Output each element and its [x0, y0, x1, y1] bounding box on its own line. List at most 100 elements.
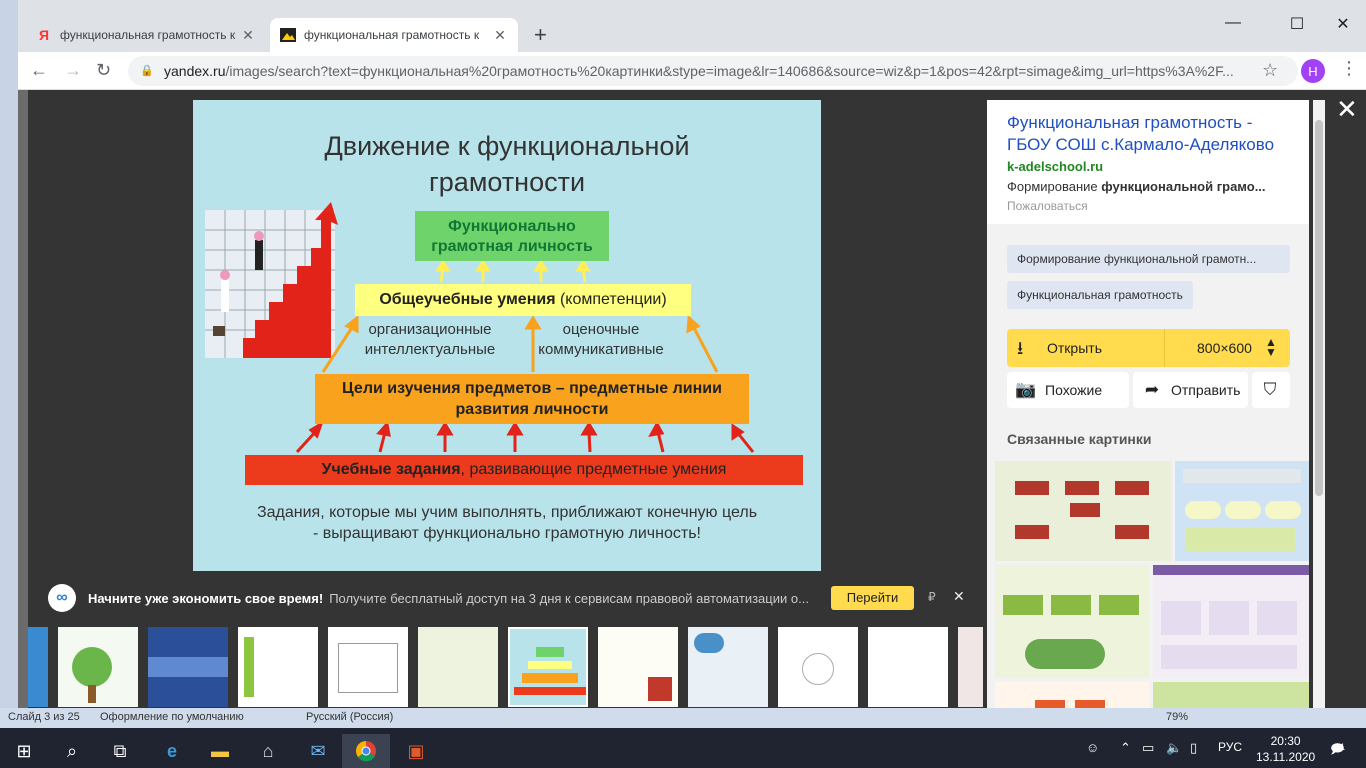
- back-icon[interactable]: ←: [30, 60, 48, 81]
- battery-icon[interactable]: ▯: [1190, 740, 1197, 756]
- minimize-icon[interactable]: —: [1210, 14, 1256, 32]
- film-thumb-6-selected[interactable]: [508, 627, 588, 707]
- open-label: Открыть: [1047, 340, 1102, 356]
- open-separator: [1164, 329, 1165, 367]
- related-thumb-2[interactable]: [1175, 461, 1309, 561]
- close-window-icon[interactable]: ✕: [1320, 14, 1366, 34]
- tag-formation[interactable]: Формирование функциональной грамотн...: [1007, 245, 1290, 273]
- people-icon[interactable]: ☺: [1086, 740, 1099, 755]
- source-title-link[interactable]: Функциональная грамотность - ГБОУ СОШ с.…: [1007, 112, 1289, 156]
- ppt-theme: Оформление по умолчанию: [100, 711, 244, 723]
- keyboard-language[interactable]: РУС: [1218, 740, 1242, 754]
- slide-caption: Задания, которые мы учим выполнять, приб…: [193, 502, 821, 544]
- image-favicon-icon: [280, 27, 296, 43]
- orange-line-1: Цели изучения предметов – предметные лин…: [342, 380, 722, 397]
- film-thumb-8[interactable]: [688, 627, 768, 707]
- complain-link[interactable]: Пожаловаться: [1007, 199, 1289, 213]
- search-icon[interactable]: ⌕: [48, 734, 96, 768]
- tab-image-view[interactable]: функциональная грамотность к ✕: [270, 18, 518, 52]
- bookmark-star-icon[interactable]: ☆: [1262, 60, 1278, 81]
- clock[interactable]: 20:30 13.11.2020: [1256, 733, 1315, 765]
- film-thumb-7[interactable]: [598, 627, 678, 707]
- network-icon[interactable]: ▭: [1142, 740, 1154, 756]
- tray-chevron-icon[interactable]: ⌃: [1120, 740, 1131, 756]
- edge-icon[interactable]: e: [148, 734, 196, 768]
- task-view-icon[interactable]: ⧉: [96, 734, 144, 768]
- skills-left: организационные интеллектуальные: [355, 320, 505, 360]
- ppt-slide-counter: Слайд 3 из 25: [8, 711, 80, 723]
- file-explorer-icon[interactable]: ▬: [196, 734, 244, 768]
- maximize-icon[interactable]: ☐: [1274, 14, 1320, 34]
- store-icon[interactable]: ⌂: [244, 734, 292, 768]
- film-thumb-10[interactable]: [868, 627, 948, 707]
- green-line-1: Функционально: [448, 218, 576, 235]
- orange-box: Цели изучения предметов – предметные лин…: [315, 374, 749, 424]
- tab-title: функциональная грамотность к: [304, 28, 480, 42]
- new-tab-icon[interactable]: +: [534, 22, 547, 48]
- address-bar[interactable]: 🔒 yandex.ru /images/search?text=функцион…: [128, 56, 1298, 86]
- powerpoint-icon[interactable]: ▣: [392, 734, 440, 768]
- tab-yandex-search[interactable]: Я функциональная грамотность к ✕: [26, 18, 266, 52]
- film-thumb-1[interactable]: [58, 627, 138, 707]
- promo-close-icon[interactable]: ✕: [953, 588, 965, 605]
- promo-go-button[interactable]: Перейти: [831, 586, 914, 610]
- yellow-rest: (компетенции): [555, 291, 667, 308]
- clock-time: 20:30: [1270, 734, 1301, 748]
- close-tab-icon[interactable]: ✕: [240, 27, 256, 44]
- forward-icon[interactable]: →: [64, 60, 82, 81]
- background-app-strip: [0, 0, 18, 728]
- slide-title-line-1: Движение к функциональной: [324, 131, 690, 161]
- promo-logo-icon: ∞: [48, 584, 76, 612]
- source-snippet: Формирование функциональной грамо...: [1007, 179, 1289, 194]
- size-select[interactable]: 800×600: [1197, 340, 1252, 356]
- chrome-icon[interactable]: [342, 734, 390, 768]
- red-rest: , развивающие предметные умения: [460, 461, 727, 478]
- ppt-language: Русский (Россия): [306, 711, 394, 723]
- film-thumb-9[interactable]: [778, 627, 858, 707]
- film-thumb-11[interactable]: [958, 627, 983, 707]
- film-thumb-5[interactable]: [418, 627, 498, 707]
- film-thumb-3[interactable]: [238, 627, 318, 707]
- panel-scrollbar[interactable]: [1313, 100, 1325, 716]
- promo-bold: Начните уже экономить свое время!: [88, 590, 324, 606]
- skills-right-line-1: оценочные: [562, 321, 640, 338]
- promo-text: Получите бесплатный доступ на 3 дня к се…: [329, 590, 809, 606]
- image-info-panel: Функциональная грамотность - ГБОУ СОШ с.…: [987, 100, 1309, 716]
- red-bold: Учебные задания: [321, 461, 461, 478]
- caption-line-2: - выращивают функционально грамотную лич…: [313, 525, 701, 542]
- related-thumb-4[interactable]: [1153, 565, 1309, 678]
- source-card: Функциональная грамотность - ГБОУ СОШ с.…: [987, 100, 1309, 224]
- browser-menu-icon[interactable]: ⋮: [1340, 58, 1358, 79]
- related-thumb-1[interactable]: [995, 461, 1172, 561]
- windows-start-icon[interactable]: ⊞: [0, 734, 48, 768]
- skills-right: оценочные коммуникативные: [531, 320, 671, 360]
- skills-left-line-1: организационные: [368, 321, 492, 338]
- scrollbar-thumb[interactable]: [1315, 120, 1323, 496]
- snippet-prefix: Формирование: [1007, 179, 1102, 194]
- skills-left-line-2: интеллектуальные: [364, 341, 496, 358]
- related-thumb-3[interactable]: [995, 565, 1149, 678]
- similar-button[interactable]: 📷 Похожие: [1007, 372, 1129, 408]
- related-images-title: Связанные картинки: [1007, 431, 1152, 447]
- collection-button[interactable]: ⛉: [1252, 372, 1290, 408]
- mail-icon[interactable]: ✉: [294, 734, 342, 768]
- close-viewer-icon[interactable]: ✕: [1336, 94, 1358, 125]
- yellow-box: Общеучебные умения (компетенции): [355, 284, 691, 316]
- film-thumb-0[interactable]: [28, 627, 48, 707]
- reload-icon[interactable]: ↻: [96, 60, 111, 81]
- film-thumb-4[interactable]: [328, 627, 408, 707]
- main-image[interactable]: Движение к функциональной грамотности Фу…: [193, 100, 821, 571]
- size-toggle-icon[interactable]: ▲ ▼: [1265, 336, 1277, 358]
- red-box: Учебные задания, развивающие предметные …: [245, 455, 803, 485]
- lock-icon: 🔒: [140, 65, 154, 77]
- source-domain-link[interactable]: k-adelschool.ru: [1007, 159, 1289, 174]
- volume-icon[interactable]: 🔈: [1166, 740, 1182, 756]
- slide-title-line-2: грамотности: [428, 167, 586, 197]
- profile-avatar[interactable]: Н: [1301, 59, 1325, 83]
- open-button[interactable]: ⭳ Открыть 800×600 ▲ ▼: [1007, 329, 1290, 367]
- close-tab-icon[interactable]: ✕: [492, 27, 508, 44]
- film-thumb-2[interactable]: [148, 627, 228, 707]
- share-button[interactable]: ➦ Отправить: [1133, 372, 1248, 408]
- caption-line-1: Задания, которые мы учим выполнять, приб…: [256, 504, 758, 521]
- tag-literacy[interactable]: Функциональная грамотность: [1007, 281, 1193, 309]
